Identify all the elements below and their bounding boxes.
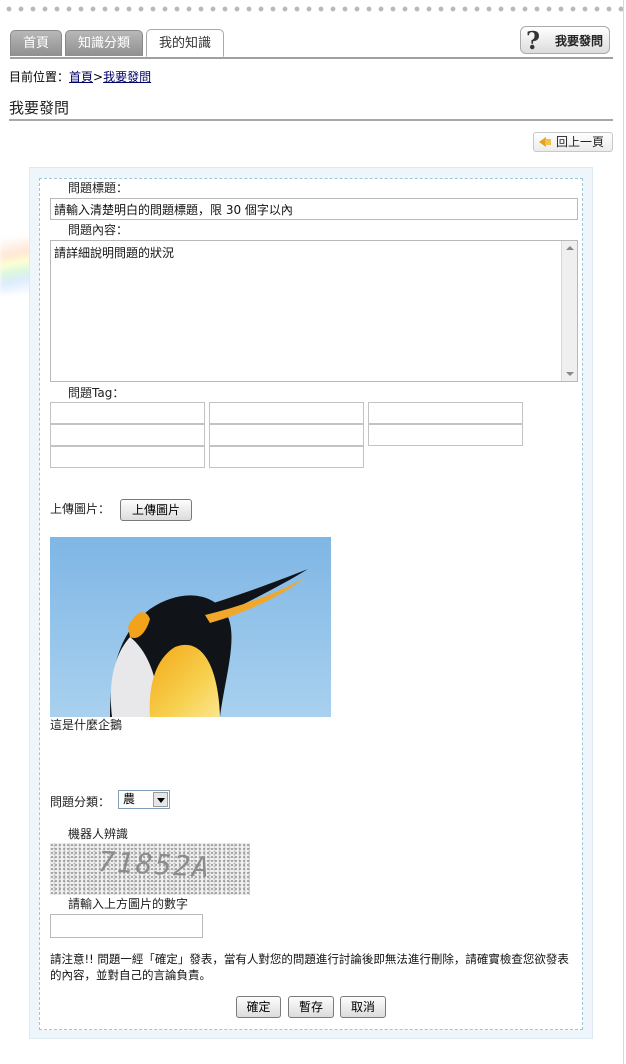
breadcrumb-separator: > <box>93 70 104 84</box>
captcha-input[interactable] <box>50 914 203 938</box>
breadcrumb-current-link[interactable]: 我要發問 <box>103 70 151 84</box>
back-button[interactable]: 回上一頁 <box>533 132 613 152</box>
breadcrumb: 目前位置：首頁>我要發問 <box>9 68 151 85</box>
category-label: 問題分類： <box>50 795 111 809</box>
tab-knowledge-categories[interactable]: 知識分類 <box>65 30 144 56</box>
draft-button[interactable]: 暫存 <box>288 996 334 1018</box>
captcha-text: 71852A <box>97 845 212 884</box>
tag-input-8[interactable] <box>209 446 364 468</box>
tag-input-3[interactable] <box>368 402 523 424</box>
page-title: 我要發問 <box>9 99 70 117</box>
tag-input-6[interactable] <box>368 424 523 446</box>
category-select[interactable]: 農 <box>118 790 170 809</box>
captcha-image: 71852A <box>50 843 250 895</box>
question-mark-icon: ? <box>526 26 541 55</box>
title-divider <box>9 119 613 121</box>
captcha-label: 機器人辨識 <box>68 827 129 841</box>
question-title-input[interactable] <box>50 198 578 220</box>
tab-home[interactable]: 首頁 <box>10 30 63 56</box>
breadcrumb-home-link[interactable]: 首頁 <box>69 70 93 84</box>
question-content-label: 問題內容： <box>68 223 129 237</box>
breadcrumb-prefix: 目前位置： <box>9 70 70 84</box>
tag-input-5[interactable] <box>209 424 364 446</box>
question-tag-label: 問題Tag： <box>68 386 125 400</box>
ask-question-button[interactable]: ? 我要發問 <box>520 26 610 54</box>
notice-text: 請注意!! 問題一經「確定」發表，當有人對您的問題進行討論後即無法進行刪除，請確… <box>50 952 569 982</box>
penguin-image <box>50 537 331 717</box>
confirm-button[interactable]: 確定 <box>236 996 281 1018</box>
content-scrollbar[interactable] <box>561 241 577 381</box>
image-caption: 這是什麼企鵝 <box>50 718 123 732</box>
ask-question-label: 我要發問 <box>554 33 603 48</box>
chevron-down-icon[interactable] <box>153 792 168 807</box>
question-content-textarea[interactable]: 請詳細說明問題的狀況 <box>50 240 578 382</box>
upload-image-button[interactable]: 上傳圖片 <box>120 499 192 521</box>
tag-input-7[interactable] <box>50 446 205 468</box>
category-selected-value: 農 <box>123 792 136 806</box>
main-tabs: 首頁 知識分類 我的知識 <box>10 29 225 58</box>
scroll-up-icon[interactable] <box>566 246 574 250</box>
upload-image-label: 上傳圖片： <box>50 502 111 516</box>
back-arrow-tail-icon <box>545 139 551 145</box>
back-button-label: 回上一頁 <box>556 135 605 149</box>
tag-input-4[interactable] <box>50 424 205 446</box>
right-page-rule <box>623 0 624 1064</box>
tag-input-1[interactable] <box>50 402 205 424</box>
tab-my-knowledge[interactable]: 我的知識 <box>146 29 225 57</box>
cancel-button[interactable]: 取消 <box>340 996 386 1018</box>
tag-input-2[interactable] <box>209 402 364 424</box>
top-dotted-border <box>0 0 626 14</box>
tab-underline <box>10 57 613 59</box>
captcha-input-label: 請輸入上方圖片的數字 <box>68 897 189 911</box>
rainbow-decoration <box>0 238 32 294</box>
scroll-down-icon[interactable] <box>566 372 574 376</box>
question-title-label: 問題標題： <box>68 181 129 195</box>
